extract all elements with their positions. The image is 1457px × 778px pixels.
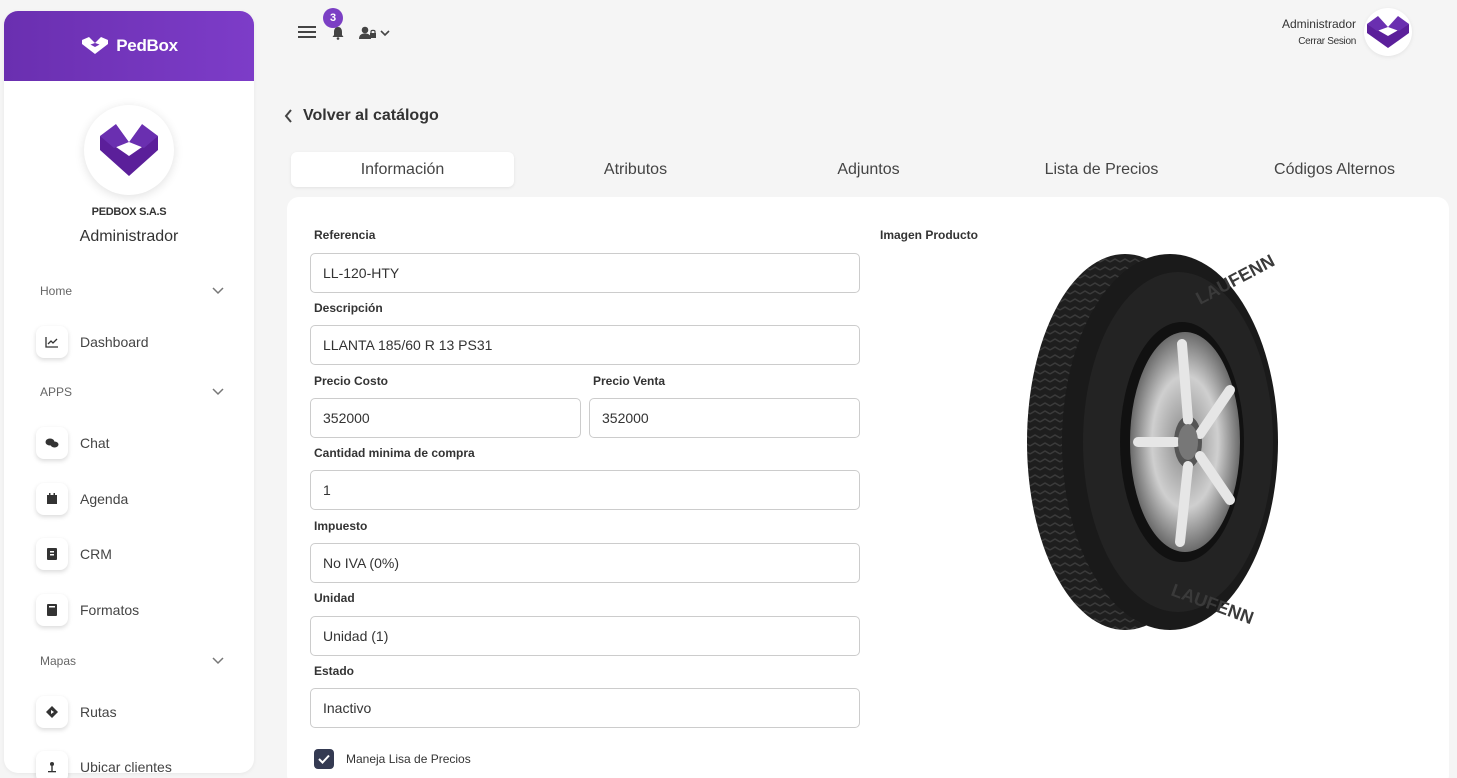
- section-label: Home: [40, 284, 73, 298]
- chevron-down-icon: [212, 287, 224, 295]
- sidebar-item-label: Chat: [80, 435, 110, 451]
- reference-label: Referencia: [314, 228, 376, 242]
- book-icon: [36, 594, 68, 626]
- company-logo: [84, 105, 174, 195]
- calendar-icon: [36, 483, 68, 515]
- company-name: PEDBOX S.A.S: [91, 206, 167, 218]
- unit-select[interactable]: Unidad (1): [310, 616, 860, 656]
- unit-label: Unidad: [314, 591, 355, 605]
- description-label: Descripción: [314, 301, 383, 315]
- sidebar-item-crm[interactable]: CRM: [36, 538, 112, 570]
- tab-adjuntos[interactable]: Adjuntos: [757, 152, 980, 187]
- user-lock-dropdown-icon[interactable]: [359, 26, 393, 40]
- sidebar-item-chat[interactable]: Chat: [36, 427, 110, 459]
- sidebar-item-label: Ubicar clientes: [80, 759, 172, 775]
- chevron-down-icon: [212, 657, 224, 665]
- sidebar-section-mapas[interactable]: Mapas: [40, 654, 224, 668]
- user-role: Administrador: [79, 228, 179, 245]
- sale-price-field[interactable]: 352000: [589, 398, 860, 438]
- logout-link[interactable]: Cerrar Sesion: [1298, 36, 1356, 47]
- description-field[interactable]: LLANTA 185/60 R 13 PS31: [310, 325, 860, 365]
- avatar[interactable]: [1364, 8, 1412, 56]
- status-label: Estado: [314, 664, 355, 678]
- cost-price-field[interactable]: 352000: [310, 398, 581, 438]
- brand-name: PedBox: [116, 36, 178, 55]
- price-list-checkbox[interactable]: [314, 749, 334, 769]
- tab-codigos-alternos[interactable]: Códigos Alternos: [1223, 152, 1446, 187]
- address-book-icon: [36, 538, 68, 570]
- reference-field[interactable]: LL-120-HTY: [310, 253, 860, 293]
- sidebar-item-label: Formatos: [80, 602, 140, 618]
- product-image-label: Imagen Producto: [880, 228, 979, 242]
- notification-badge[interactable]: 3: [323, 8, 343, 28]
- chevron-down-icon: [212, 388, 224, 396]
- sidebar-item-rutas[interactable]: Rutas: [36, 696, 117, 728]
- route-diamond-icon: [36, 696, 68, 728]
- sidebar-item-label: Dashboard: [80, 334, 149, 350]
- sidebar-item-label: Rutas: [80, 704, 117, 720]
- tab-informacion[interactable]: Información: [291, 152, 514, 187]
- back-to-catalog-link[interactable]: Volver al catálogo: [284, 107, 439, 125]
- price-list-checkbox-label[interactable]: Maneja Lisa de Precios: [346, 752, 471, 766]
- status-select[interactable]: Inactivo: [310, 688, 860, 728]
- tab-lista-de-precios[interactable]: Lista de Precios: [990, 152, 1213, 187]
- check-icon: [318, 754, 330, 764]
- sidebar-section-apps[interactable]: APPS: [40, 385, 224, 399]
- section-label: Mapas: [40, 654, 77, 668]
- sidebar-item-dashboard[interactable]: Dashboard: [36, 326, 149, 358]
- sidebar-item-label: Agenda: [80, 491, 129, 507]
- sidebar-item-agenda[interactable]: Agenda: [36, 483, 128, 515]
- min-quantity-label: Cantidad minima de compra: [314, 446, 475, 460]
- cost-price-label: Precio Costo: [314, 374, 389, 388]
- sidebar-item-ubicar-clientes[interactable]: Ubicar clientes: [36, 751, 172, 778]
- chat-bubbles-icon: [36, 427, 68, 459]
- sidebar-section-home[interactable]: Home: [40, 284, 224, 298]
- sidebar-item-formatos[interactable]: Formatos: [36, 594, 139, 626]
- sale-price-label: Precio Venta: [593, 374, 666, 388]
- sidebar-brand-header[interactable]: PedBox: [4, 11, 254, 81]
- tax-label: Impuesto: [314, 519, 368, 533]
- pedbox-logo-icon: [82, 37, 109, 54]
- back-label: Volver al catálogo: [303, 107, 439, 124]
- tab-atributos[interactable]: Atributos: [524, 152, 747, 187]
- map-pin-icon: [36, 751, 68, 778]
- sidebar-item-label: CRM: [80, 546, 112, 562]
- tax-select[interactable]: No IVA (0%): [310, 543, 860, 583]
- chevron-left-icon: [284, 109, 292, 123]
- user-name: Administrador: [1281, 17, 1356, 31]
- menu-hamburger-icon[interactable]: [298, 25, 316, 39]
- bell-icon[interactable]: [331, 26, 345, 40]
- tab-bar: Información Atributos Adjuntos Lista de …: [291, 152, 1449, 187]
- chart-line-icon: [36, 326, 68, 358]
- min-quantity-field[interactable]: 1: [310, 470, 860, 510]
- product-image: LAUFENN LAUFENN: [1020, 250, 1282, 635]
- section-label: APPS: [40, 385, 73, 399]
